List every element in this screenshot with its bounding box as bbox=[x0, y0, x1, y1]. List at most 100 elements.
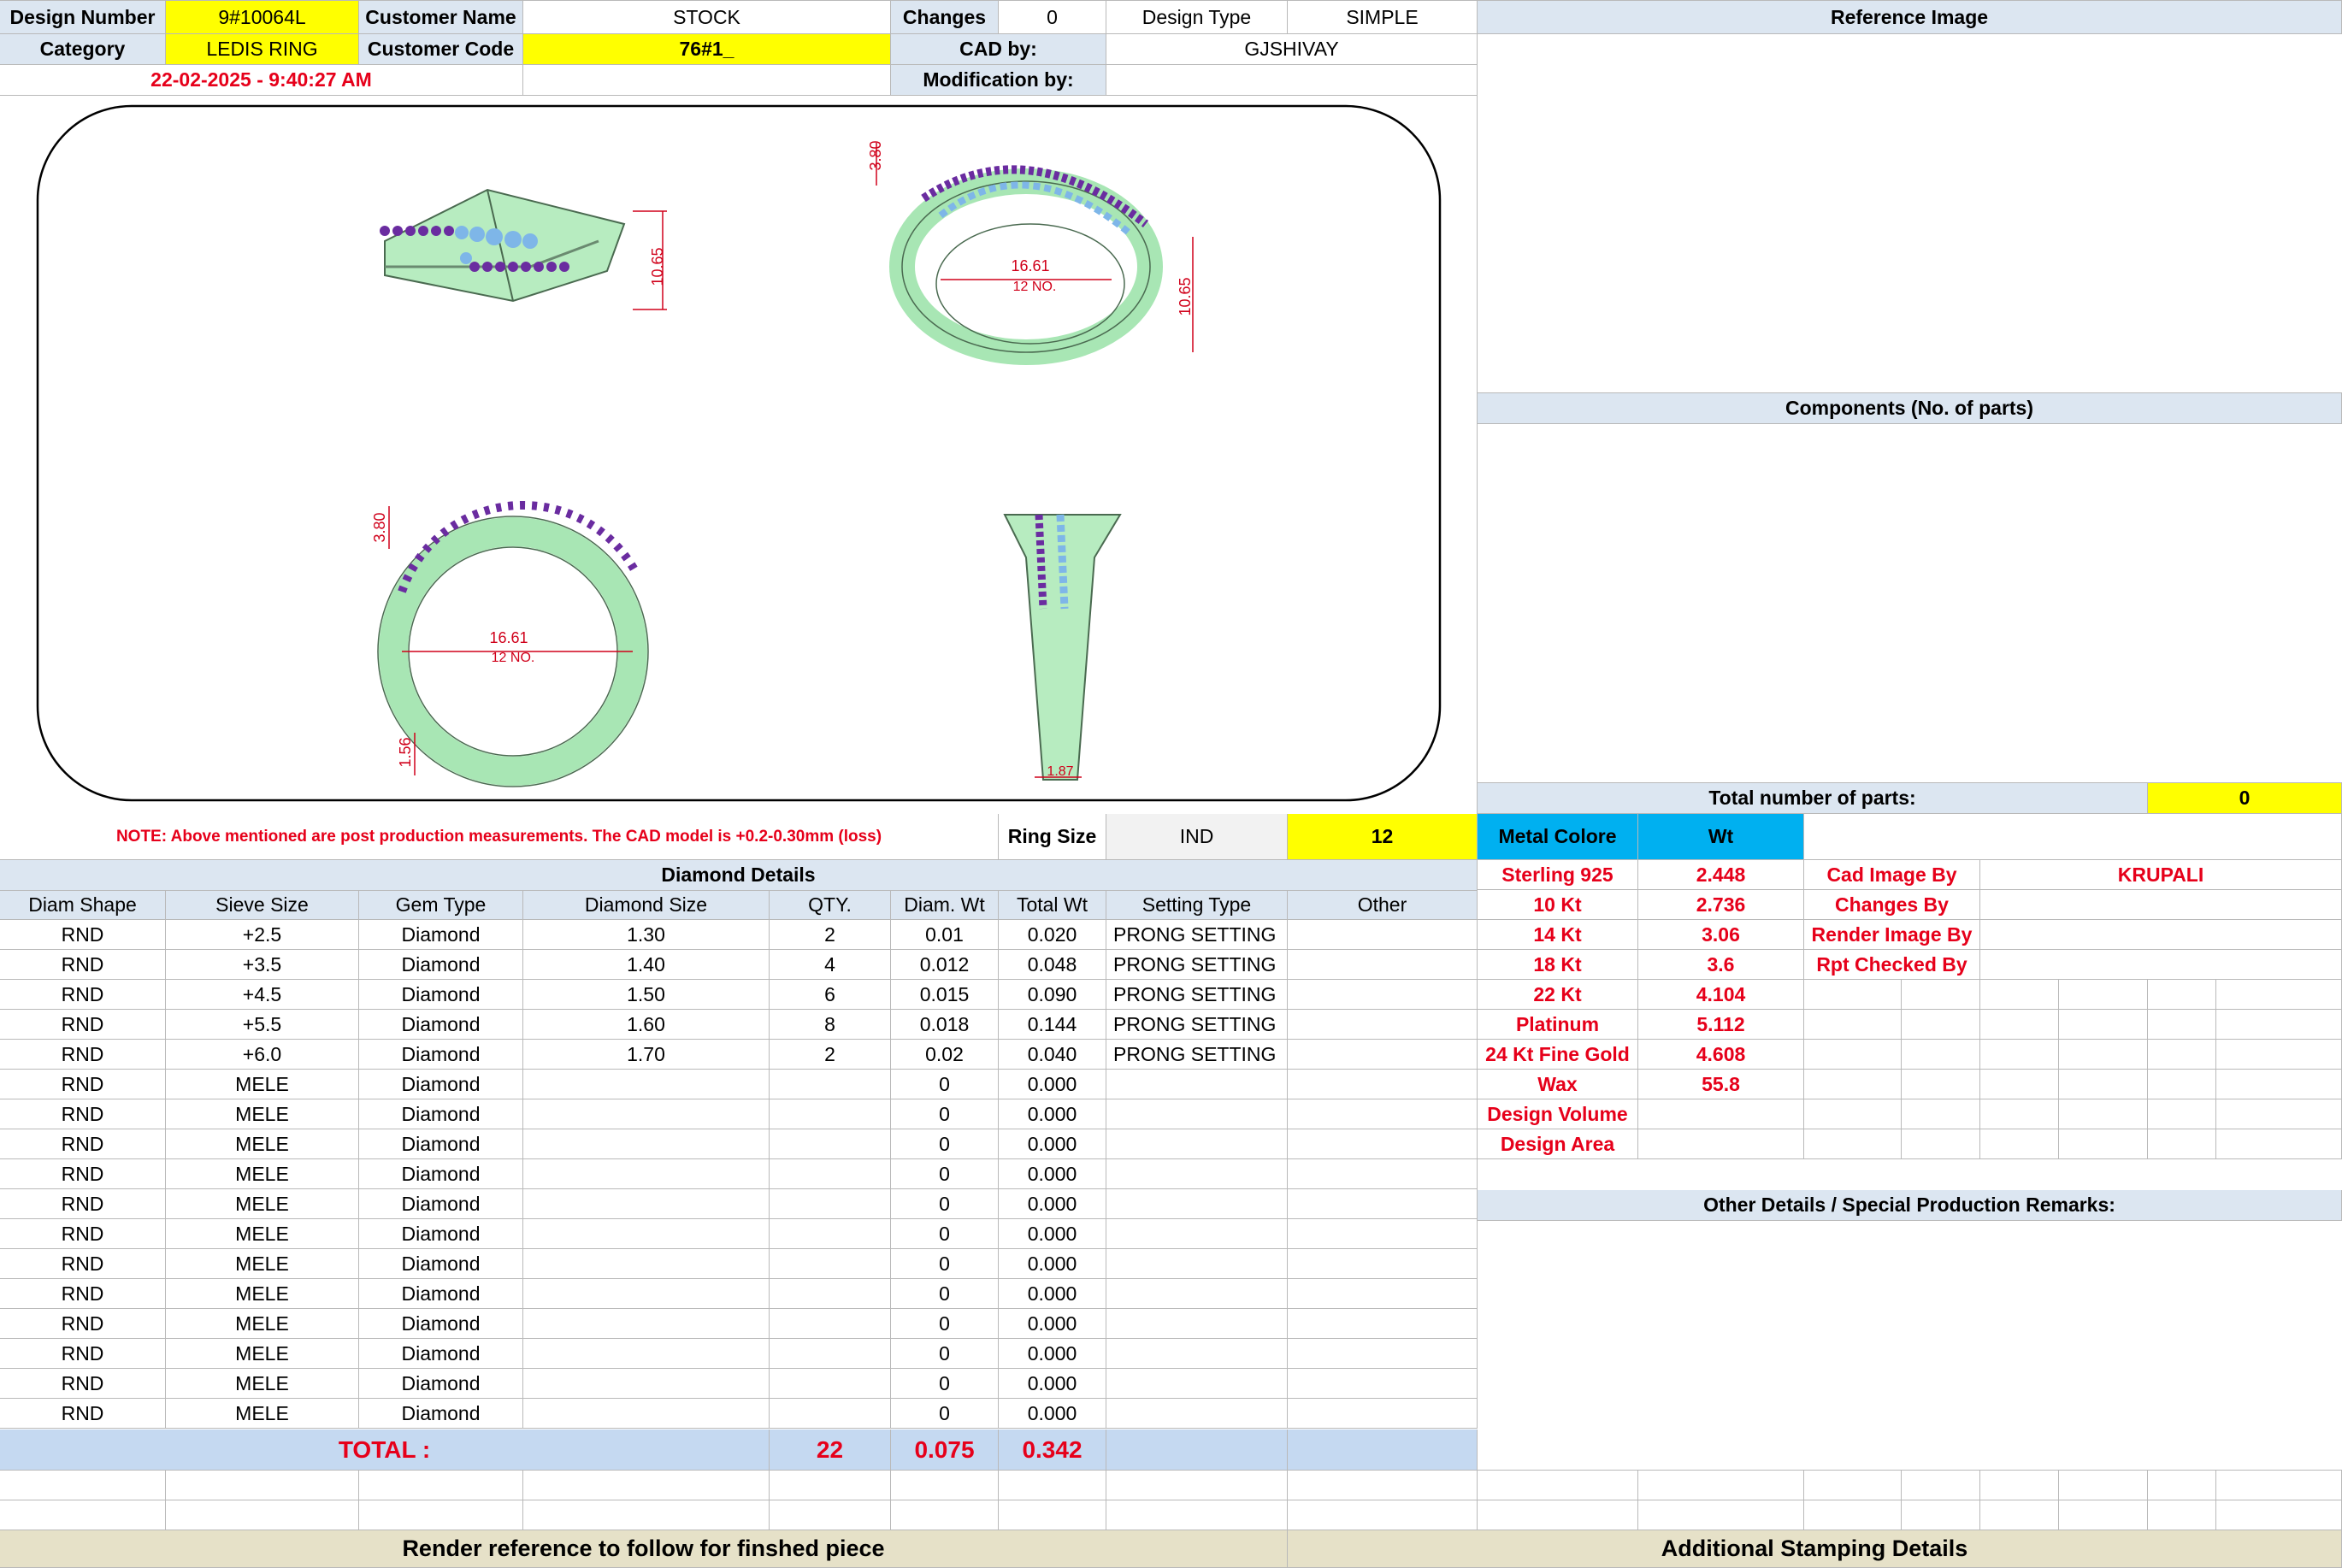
grid-cell[interactable] bbox=[2216, 1129, 2342, 1159]
grid-cell[interactable] bbox=[2148, 1010, 2216, 1040]
diamond-cell[interactable]: Diamond bbox=[359, 1339, 523, 1369]
metal-weight[interactable] bbox=[1638, 1129, 1804, 1159]
grid-cell[interactable] bbox=[2216, 1070, 2342, 1099]
diamond-cell[interactable]: RND bbox=[0, 1219, 166, 1249]
blank-cell[interactable] bbox=[1804, 1471, 1902, 1500]
diamond-cell[interactable]: MELE bbox=[166, 1159, 359, 1189]
diamond-cell[interactable]: MELE bbox=[166, 1070, 359, 1099]
grid-cell[interactable] bbox=[2059, 1070, 2148, 1099]
blank-cell[interactable] bbox=[523, 1500, 770, 1530]
blank-cell[interactable] bbox=[1804, 1500, 1902, 1530]
changes-value[interactable]: 0 bbox=[999, 0, 1106, 34]
blank-cell[interactable] bbox=[166, 1500, 359, 1530]
metal-weight[interactable]: 4.104 bbox=[1638, 980, 1804, 1010]
diamond-cell[interactable]: 0.144 bbox=[999, 1010, 1106, 1040]
blank-cell[interactable] bbox=[1902, 1471, 1980, 1500]
blank-cell[interactable] bbox=[1638, 1500, 1804, 1530]
diamond-cell[interactable]: Diamond bbox=[359, 1040, 523, 1070]
diamond-cell[interactable]: MELE bbox=[166, 1189, 359, 1219]
diamond-cell[interactable] bbox=[1288, 1249, 1478, 1279]
diamond-cell[interactable]: MELE bbox=[166, 1399, 359, 1429]
design-number-value[interactable]: 9#10064L bbox=[166, 0, 359, 34]
diamond-cell[interactable] bbox=[770, 1279, 891, 1309]
diamond-cell[interactable]: 0.02 bbox=[891, 1040, 999, 1070]
grid-cell[interactable] bbox=[1980, 980, 2059, 1010]
diamond-cell[interactable]: +3.5 bbox=[166, 950, 359, 980]
diamond-cell[interactable]: PRONG SETTING bbox=[1106, 980, 1288, 1010]
diamond-cell[interactable]: 0.000 bbox=[999, 1099, 1106, 1129]
grid-cell[interactable] bbox=[1902, 1070, 1980, 1099]
diamond-cell[interactable]: RND bbox=[0, 1070, 166, 1099]
diamond-cell[interactable]: 1.40 bbox=[523, 950, 770, 980]
diamond-cell[interactable]: MELE bbox=[166, 1219, 359, 1249]
diamond-cell[interactable]: Diamond bbox=[359, 950, 523, 980]
blank-cell[interactable] bbox=[2059, 1500, 2148, 1530]
diamond-cell[interactable] bbox=[770, 1129, 891, 1159]
diamond-cell[interactable] bbox=[770, 1339, 891, 1369]
diamond-cell[interactable]: 1.50 bbox=[523, 980, 770, 1010]
blank-cell[interactable] bbox=[1288, 1471, 1478, 1500]
diamond-cell[interactable] bbox=[523, 1309, 770, 1339]
diamond-cell[interactable]: 0.000 bbox=[999, 1249, 1106, 1279]
diamond-cell[interactable]: 1.70 bbox=[523, 1040, 770, 1070]
diamond-cell[interactable]: 0.048 bbox=[999, 950, 1106, 980]
metal-weight[interactable]: 3.6 bbox=[1638, 950, 1804, 980]
diamond-cell[interactable]: 0 bbox=[891, 1159, 999, 1189]
blank-cell[interactable] bbox=[166, 1471, 359, 1500]
diamond-cell[interactable]: 0 bbox=[891, 1099, 999, 1129]
diamond-cell[interactable]: 0.000 bbox=[999, 1070, 1106, 1099]
grid-cell[interactable] bbox=[1804, 1070, 1902, 1099]
diamond-cell[interactable]: 0 bbox=[891, 1279, 999, 1309]
diamond-cell[interactable] bbox=[1288, 1279, 1478, 1309]
diamond-cell[interactable]: 0.018 bbox=[891, 1010, 999, 1040]
diamond-cell[interactable] bbox=[770, 1159, 891, 1189]
grid-cell[interactable] bbox=[1980, 1040, 2059, 1070]
diamond-cell[interactable] bbox=[1288, 1129, 1478, 1159]
diamond-cell[interactable]: 0.000 bbox=[999, 1219, 1106, 1249]
customer-name-value[interactable]: STOCK bbox=[523, 0, 891, 34]
diamond-cell[interactable]: Diamond bbox=[359, 1010, 523, 1040]
diamond-cell[interactable] bbox=[770, 1249, 891, 1279]
diamond-cell[interactable]: RND bbox=[0, 1010, 166, 1040]
grid-cell[interactable] bbox=[1804, 1010, 1902, 1040]
diamond-cell[interactable] bbox=[1106, 1309, 1288, 1339]
diamond-cell[interactable]: RND bbox=[0, 1099, 166, 1129]
diamond-cell[interactable]: RND bbox=[0, 1040, 166, 1070]
diamond-cell[interactable]: 0 bbox=[891, 1339, 999, 1369]
category-value[interactable]: LEDIS RING bbox=[166, 34, 359, 65]
blank-cell[interactable] bbox=[891, 1471, 999, 1500]
diamond-cell[interactable]: Diamond bbox=[359, 1189, 523, 1219]
diamond-cell[interactable] bbox=[1288, 1369, 1478, 1399]
diamond-cell[interactable]: 1.60 bbox=[523, 1010, 770, 1040]
diamond-cell[interactable]: 4 bbox=[770, 950, 891, 980]
diamond-cell[interactable]: 8 bbox=[770, 1010, 891, 1040]
diamond-cell[interactable]: Diamond bbox=[359, 1070, 523, 1099]
diamond-cell[interactable]: 2 bbox=[770, 1040, 891, 1070]
diamond-cell[interactable]: RND bbox=[0, 950, 166, 980]
diamond-cell[interactable]: 0.000 bbox=[999, 1189, 1106, 1219]
diamond-cell[interactable]: RND bbox=[0, 1369, 166, 1399]
diamond-cell[interactable]: 0 bbox=[891, 1129, 999, 1159]
diamond-cell[interactable] bbox=[770, 1219, 891, 1249]
grid-cell[interactable] bbox=[1902, 1040, 1980, 1070]
grid-cell[interactable] bbox=[2148, 1070, 2216, 1099]
modification-value[interactable] bbox=[1106, 65, 1478, 96]
diamond-cell[interactable] bbox=[1288, 1309, 1478, 1339]
diamond-cell[interactable]: RND bbox=[0, 1249, 166, 1279]
grid-cell[interactable] bbox=[2148, 980, 2216, 1010]
grid-cell[interactable] bbox=[1902, 1010, 1980, 1040]
grid-cell[interactable] bbox=[1980, 1099, 2059, 1129]
blank-cell[interactable] bbox=[891, 1500, 999, 1530]
blank-cell[interactable] bbox=[1478, 1500, 1638, 1530]
blank-cell[interactable] bbox=[1980, 1471, 2059, 1500]
diamond-cell[interactable]: 0.000 bbox=[999, 1339, 1106, 1369]
diamond-cell[interactable] bbox=[523, 1339, 770, 1369]
metal-weight[interactable]: 2.736 bbox=[1638, 890, 1804, 920]
diamond-cell[interactable] bbox=[1288, 1040, 1478, 1070]
diamond-cell[interactable]: Diamond bbox=[359, 1369, 523, 1399]
diamond-cell[interactable]: 0.01 bbox=[891, 920, 999, 950]
diamond-cell[interactable]: RND bbox=[0, 920, 166, 950]
diamond-cell[interactable]: Diamond bbox=[359, 1249, 523, 1279]
blank-cell[interactable] bbox=[999, 1471, 1106, 1500]
blank-cell[interactable] bbox=[2216, 1471, 2342, 1500]
